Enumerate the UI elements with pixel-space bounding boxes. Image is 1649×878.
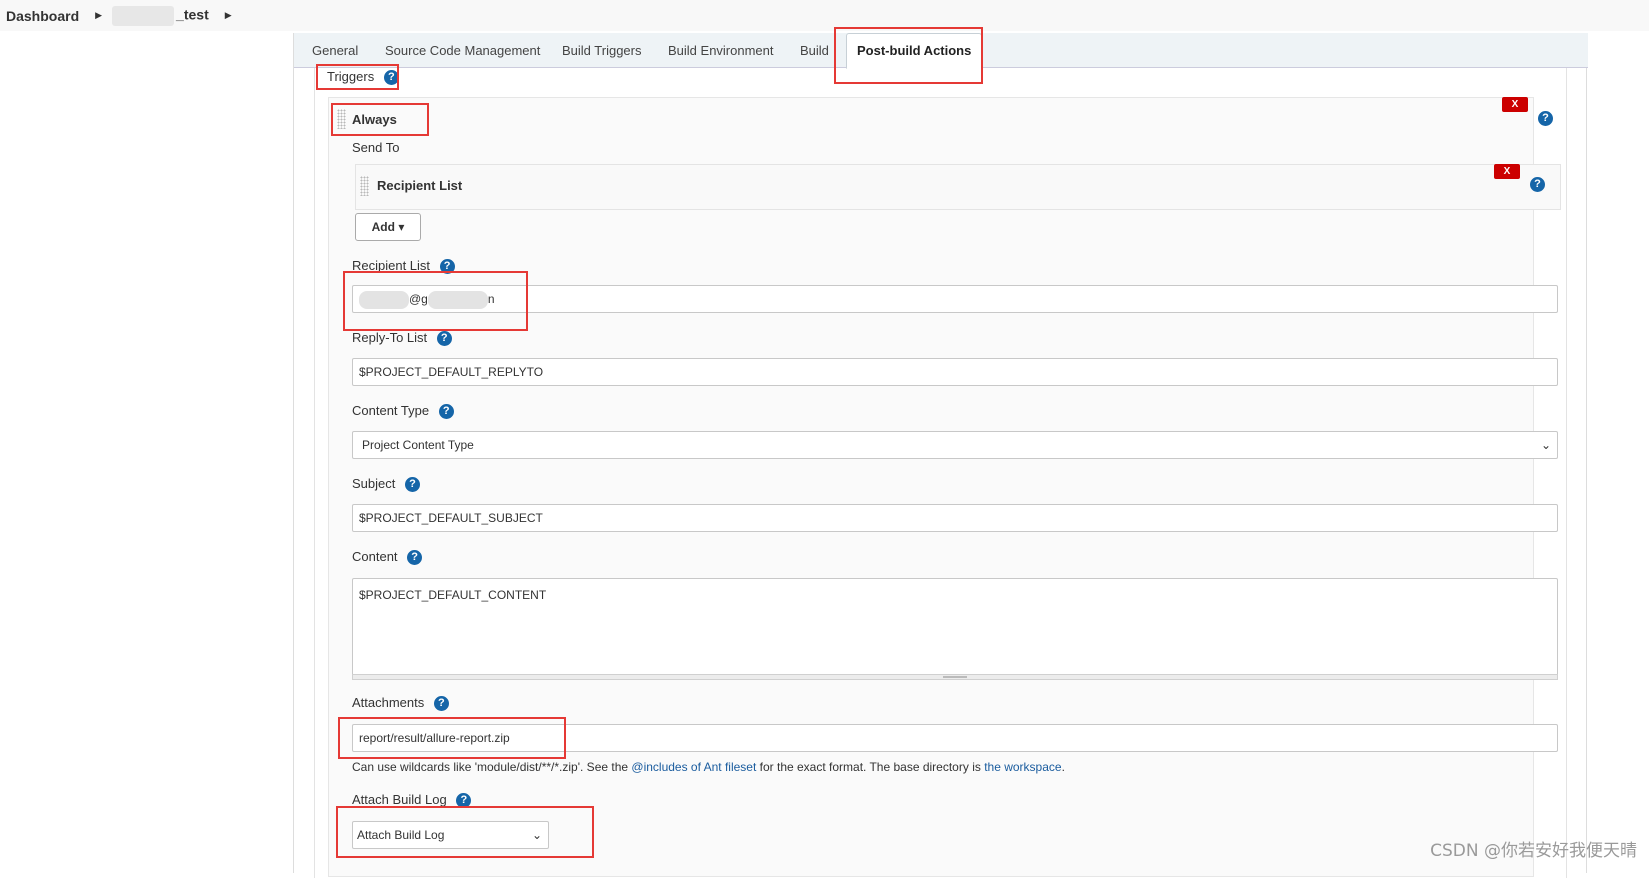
delete-trigger-button[interactable]: X	[1502, 97, 1528, 112]
reply-to-field-label: Reply-To List ?	[352, 330, 452, 347]
subject-field-label: Subject ?	[352, 476, 420, 493]
breadcrumb-arrow-icon[interactable]: ▶	[225, 10, 232, 21]
breadcrumb-dashboard[interactable]: Dashboard	[6, 8, 79, 24]
attachments-label: Attachments	[352, 695, 425, 710]
highlight-recipient-list	[343, 271, 528, 331]
resize-grip-icon	[943, 676, 967, 678]
reply-to-input[interactable]: $PROJECT_DEFAULT_REPLYTO	[352, 358, 1558, 386]
note-prefix: Can use wildcards like 'module/dist/**/*…	[352, 760, 632, 774]
recipient-list-item: Recipient List	[377, 178, 463, 193]
content-type-field-label: Content Type ?	[352, 403, 454, 420]
help-icon[interactable]: ?	[438, 404, 454, 420]
content-type-label: Content Type	[352, 403, 430, 418]
attachments-field-label: Attachments ?	[352, 695, 449, 712]
content-textarea[interactable]: $PROJECT_DEFAULT_CONTENT	[352, 578, 1558, 680]
content-type-value: Project Content Type	[362, 438, 474, 452]
send-to-label: Send To	[352, 140, 400, 155]
note-suffix: .	[1061, 760, 1065, 774]
content-label: Content	[352, 549, 398, 564]
tab-build[interactable]: Build	[800, 43, 829, 58]
textarea-resize-handle[interactable]	[352, 674, 1558, 680]
breadcrumb-project[interactable]: _test	[112, 5, 209, 26]
breadcrumb: Dashboard ▶ _test ▶	[0, 0, 1649, 31]
help-icon[interactable]: ?	[436, 331, 452, 347]
chevron-down-icon: ⌄	[1540, 438, 1551, 452]
ant-fileset-link[interactable]: @includes of Ant fileset	[631, 760, 756, 774]
help-icon[interactable]: ?	[407, 550, 423, 566]
subject-input[interactable]: $PROJECT_DEFAULT_SUBJECT	[352, 504, 1558, 532]
tab-build-triggers[interactable]: Build Triggers	[562, 43, 641, 58]
content-type-select[interactable]: Project Content Type ⌄	[352, 431, 1558, 459]
tab-general[interactable]: General	[312, 43, 358, 58]
highlight-post-build-tab	[834, 27, 983, 84]
tab-source-code-management[interactable]: Source Code Management	[385, 43, 540, 58]
drag-handle-icon[interactable]	[360, 176, 369, 196]
highlight-attachments	[338, 717, 566, 759]
content-field-label: Content ?	[352, 549, 423, 566]
blurred-project-name	[112, 5, 175, 26]
attachments-note: Can use wildcards like 'module/dist/**/*…	[352, 760, 1065, 774]
reply-to-label: Reply-To List	[352, 330, 428, 345]
breadcrumb-arrow-icon[interactable]: ▶	[95, 10, 102, 21]
help-icon[interactable]: ?	[405, 477, 420, 493]
help-icon[interactable]: ?	[1538, 111, 1553, 126]
recipient-list-box	[355, 164, 1561, 210]
highlight-always	[331, 103, 429, 136]
highlight-triggers	[316, 64, 399, 90]
help-icon[interactable]: ?	[1530, 177, 1545, 192]
attach-build-log-label: Attach Build Log	[352, 792, 447, 807]
dropdown-caret-icon: ▾	[398, 220, 405, 234]
recipient-list-input[interactable]: @g n	[352, 285, 1558, 313]
add-button-label: Add	[371, 220, 395, 234]
add-button[interactable]: Add ▾	[355, 213, 421, 241]
breadcrumb-project-suffix: _test	[176, 5, 209, 22]
note-middle: for the exact format. The base directory…	[756, 760, 985, 774]
subject-label: Subject	[352, 476, 396, 491]
workspace-link[interactable]: the workspace	[984, 760, 1061, 774]
watermark: CSDN @你若安好我便天晴	[1430, 841, 1637, 861]
tab-build-environment[interactable]: Build Environment	[668, 43, 774, 58]
delete-recipient-button[interactable]: X	[1494, 164, 1520, 179]
help-icon[interactable]: ?	[433, 696, 449, 712]
highlight-attach-build-log	[336, 806, 594, 858]
